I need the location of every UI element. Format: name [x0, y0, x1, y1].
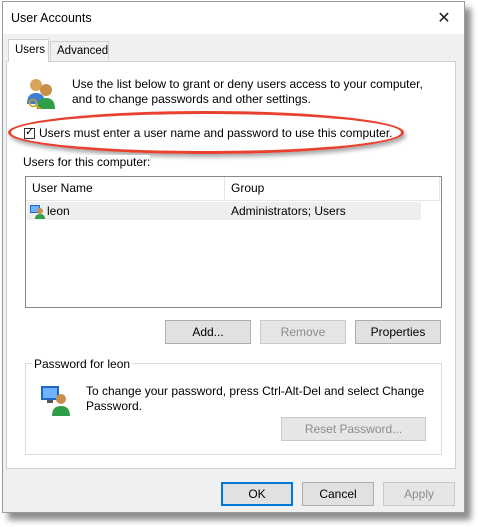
users-section-label: Users for this computer: [23, 155, 151, 169]
user-name-cell: leon [47, 204, 70, 218]
ok-button[interactable]: OK [221, 482, 293, 506]
listview-header: User Name Group [26, 177, 441, 201]
cancel-button[interactable]: Cancel [302, 482, 374, 506]
highlight-annotation [8, 111, 404, 154]
table-row[interactable]: leon Administrators; Users [27, 202, 421, 220]
users-listview[interactable]: User Name Group leon Administrators; Use… [25, 176, 442, 308]
users-icon [27, 79, 55, 110]
tab-advanced-label: Advanced [57, 45, 109, 57]
user-group-cell: Administrators; Users [231, 204, 346, 218]
title-bar: User Accounts ✕ [3, 2, 464, 34]
add-user-button[interactable]: Add... [165, 320, 251, 344]
password-instructions: To change your password, press Ctrl-Alt-… [86, 384, 425, 413]
window-title: User Accounts [11, 11, 92, 25]
close-icon[interactable]: ✕ [424, 2, 464, 34]
remove-user-button[interactable]: Remove [260, 320, 346, 344]
user-password-icon [41, 386, 70, 416]
password-section-label: Password for leon [32, 357, 133, 371]
intro-text: Use the list below to grant or deny user… [72, 77, 423, 106]
tab-users-label: Users [15, 44, 46, 56]
apply-button[interactable]: Apply [383, 482, 455, 506]
tab-users[interactable]: Users [8, 39, 49, 62]
column-header-user-name[interactable]: User Name [26, 177, 225, 200]
user-icon [30, 205, 45, 219]
column-header-group[interactable]: Group [225, 177, 440, 200]
reset-password-button[interactable]: Reset Password... [281, 417, 426, 441]
tab-advanced[interactable]: Advanced [50, 41, 109, 60]
properties-button[interactable]: Properties [355, 320, 441, 344]
